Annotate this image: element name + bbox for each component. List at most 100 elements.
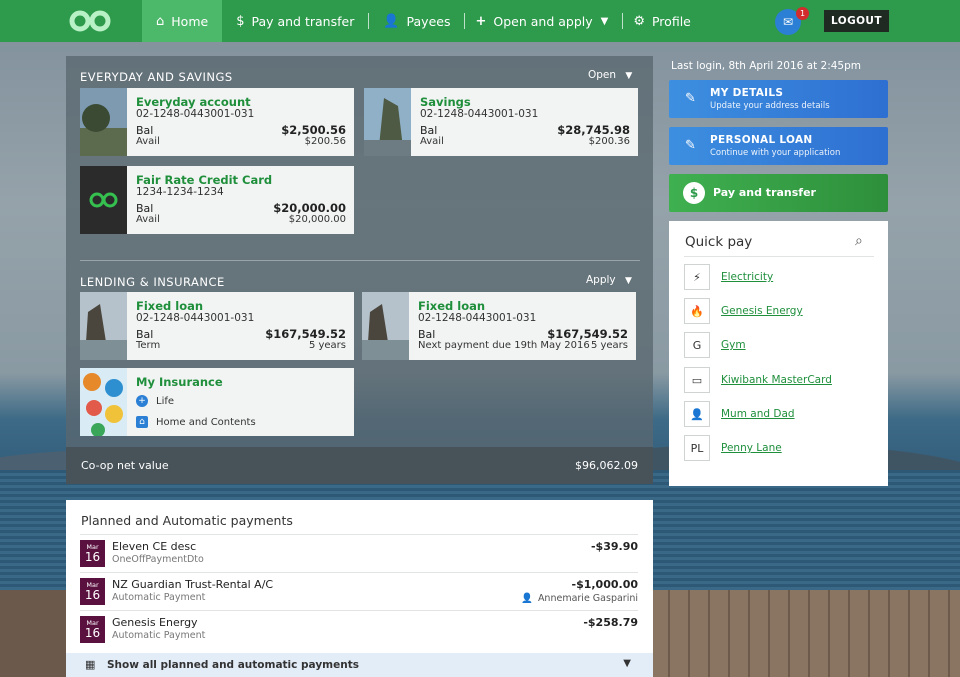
personal-loan-button[interactable]: ✎ PERSONAL LOAN Continue with your appli…	[669, 127, 888, 165]
quick-pay-link[interactable]: Electricity	[721, 271, 773, 283]
last-login-text: Last login, 8th April 2016 at 2:45pm	[671, 60, 862, 72]
planned-payments-panel: Planned and Automatic payments Mar 16 El…	[66, 500, 653, 677]
insurance-item-life[interactable]: + Life	[136, 395, 174, 407]
net-value-amount: $96,062.09	[575, 459, 638, 472]
background-jetty	[650, 590, 960, 677]
insurance-card[interactable]: My Insurance + Life ⌂ Home and Contents	[80, 368, 354, 436]
quick-pay-item[interactable]: ⚡ Electricity	[684, 264, 874, 290]
nav-home-label: Home	[171, 13, 209, 29]
initials-pl-icon: PL	[684, 435, 710, 461]
nav-profile-label: Profile	[651, 13, 691, 29]
quick-pay-link[interactable]: Kiwibank MasterCard	[721, 374, 832, 386]
loan-card-1[interactable]: Fixed loan 02-1248-0443001-031 Bal Term …	[80, 292, 354, 360]
personal-loan-title: PERSONAL LOAN	[710, 134, 813, 146]
show-all-payments-button[interactable]: ▦ Show all planned and automatic payment…	[66, 653, 653, 677]
quick-pay-item[interactable]: ▭ Kiwibank MasterCard	[684, 367, 874, 393]
insurance-item-home[interactable]: ⌂ Home and Contents	[136, 416, 256, 428]
insurance-item-label: Home and Contents	[156, 416, 256, 428]
account-name: Savings	[420, 95, 471, 109]
loan-number: 02-1248-0443001-031	[418, 312, 537, 324]
plus-icon: +	[475, 13, 487, 29]
dollar-icon: $	[236, 13, 245, 29]
nav-profile[interactable]: ⚙ Profile	[623, 0, 705, 42]
date-badge: Mar 16	[80, 578, 105, 605]
card-icon: ▭	[684, 367, 710, 393]
section-divider	[80, 260, 640, 261]
nav-open-label: Open and apply	[493, 13, 593, 29]
available-label: Avail	[136, 214, 160, 225]
term-label: Term	[136, 340, 161, 351]
balance-value: $167,549.52	[265, 327, 346, 341]
payment-type: Automatic Payment	[112, 630, 206, 641]
plus-circle-icon: +	[136, 395, 148, 407]
available-label: Avail	[420, 136, 444, 147]
quick-pay-item[interactable]: PL Penny Lane	[684, 435, 874, 461]
gear-icon: ⚙	[633, 13, 645, 29]
logout-button[interactable]: LOGOUT	[824, 10, 889, 32]
nav-menu: ⌂ Home $ Pay and transfer 👤 Payees + Ope…	[142, 0, 705, 42]
coop-logo[interactable]	[69, 10, 111, 32]
quick-pay-item[interactable]: 👤 Mum and Dad	[684, 401, 874, 427]
mail-badge: 1	[796, 7, 809, 20]
available-value: $200.56	[304, 136, 346, 147]
quick-pay-item[interactable]: G Gym	[684, 332, 874, 358]
my-details-button[interactable]: ✎ MY DETAILS Update your address details	[669, 80, 888, 118]
account-card-savings[interactable]: Savings 02-1248-0443001-031 Bal Avail $2…	[364, 88, 638, 156]
search-icon[interactable]: ⌕	[855, 233, 863, 249]
loan-thumbnail	[362, 292, 409, 360]
nav-home[interactable]: ⌂ Home	[142, 0, 223, 42]
nav-pay-and-transfer[interactable]: $ Pay and transfer	[222, 0, 368, 42]
account-number: 02-1248-0443001-031	[136, 108, 255, 120]
available-value: $200.36	[588, 136, 630, 147]
account-card-everyday[interactable]: Everyday account 02-1248-0443001-031 Bal…	[80, 88, 354, 156]
term-value: 5 years	[308, 340, 346, 351]
quick-pay-title: Quick pay	[685, 234, 753, 250]
person-icon: 👤	[521, 593, 533, 604]
edit-icon: ✎	[685, 91, 696, 106]
credit-card-thumbnail	[80, 166, 127, 234]
everyday-heading: EVERYDAY AND SAVINGS	[80, 70, 233, 84]
payment-row[interactable]: Mar 16 NZ Guardian Trust-Rental A/C Auto…	[80, 572, 638, 610]
quick-pay-link[interactable]: Mum and Dad	[721, 408, 795, 420]
quick-pay-panel: Quick pay ⌕ ⚡ Electricity 🔥 Genesis Ener…	[669, 221, 888, 486]
payee-name: Annemarie Gasparini	[537, 593, 638, 604]
nav-payees[interactable]: 👤 Payees	[369, 0, 464, 42]
person-icon: 👤	[383, 13, 400, 29]
loan-card-2[interactable]: Fixed loan 02-1248-0443001-031 Bal Next …	[362, 292, 636, 360]
dollar-icon: $	[683, 182, 705, 204]
nav-open-and-apply[interactable]: + Open and apply ▼	[465, 0, 622, 42]
apply-dropdown[interactable]: Apply ▼	[586, 274, 632, 286]
open-label: Open	[588, 69, 617, 81]
quick-pay-link[interactable]: Penny Lane	[721, 442, 782, 454]
personal-loan-subtitle: Continue with your application	[710, 148, 841, 158]
available-value: $20,000.00	[288, 214, 346, 225]
quick-pay-link[interactable]: Genesis Energy	[721, 305, 803, 317]
payment-row[interactable]: Mar 16 Eleven CE desc OneOffPaymentDto -…	[80, 534, 638, 572]
account-name: Everyday account	[136, 95, 251, 109]
pay-and-transfer-button[interactable]: $ Pay and transfer	[669, 174, 888, 212]
payment-amount: -$258.79	[583, 616, 638, 629]
open-dropdown[interactable]: Open ▼	[588, 69, 632, 81]
lending-heading: LENDING & INSURANCE	[80, 275, 225, 289]
loan-number: 02-1248-0443001-031	[136, 312, 255, 324]
payment-payee: 👤 Annemarie Gasparini	[521, 593, 638, 604]
nav-pay-label: Pay and transfer	[251, 13, 355, 29]
background-jetty-left	[0, 590, 70, 677]
chevron-down-icon: ▼	[623, 658, 631, 669]
my-details-subtitle: Update your address details	[710, 101, 830, 111]
flame-icon: 🔥	[684, 298, 710, 324]
payment-name: Eleven CE desc	[112, 540, 197, 553]
mail-icon: ✉	[782, 15, 794, 29]
available-label: Avail	[136, 136, 160, 147]
quick-pay-link[interactable]: Gym	[721, 339, 746, 351]
show-all-label: Show all planned and automatic payments	[107, 659, 359, 671]
account-number: 1234-1234-1234	[136, 186, 224, 198]
account-card-credit[interactable]: Fair Rate Credit Card 1234-1234-1234 Bal…	[80, 166, 354, 234]
letter-g-icon: G	[684, 332, 710, 358]
my-details-title: MY DETAILS	[710, 87, 784, 99]
insurance-item-label: Life	[156, 395, 175, 407]
payment-row[interactable]: Mar 16 Genesis Energy Automatic Payment …	[80, 610, 638, 648]
term-value: 5 years	[590, 340, 628, 351]
chevron-down-icon: ▼	[625, 71, 633, 81]
quick-pay-item[interactable]: 🔥 Genesis Energy	[684, 298, 874, 324]
